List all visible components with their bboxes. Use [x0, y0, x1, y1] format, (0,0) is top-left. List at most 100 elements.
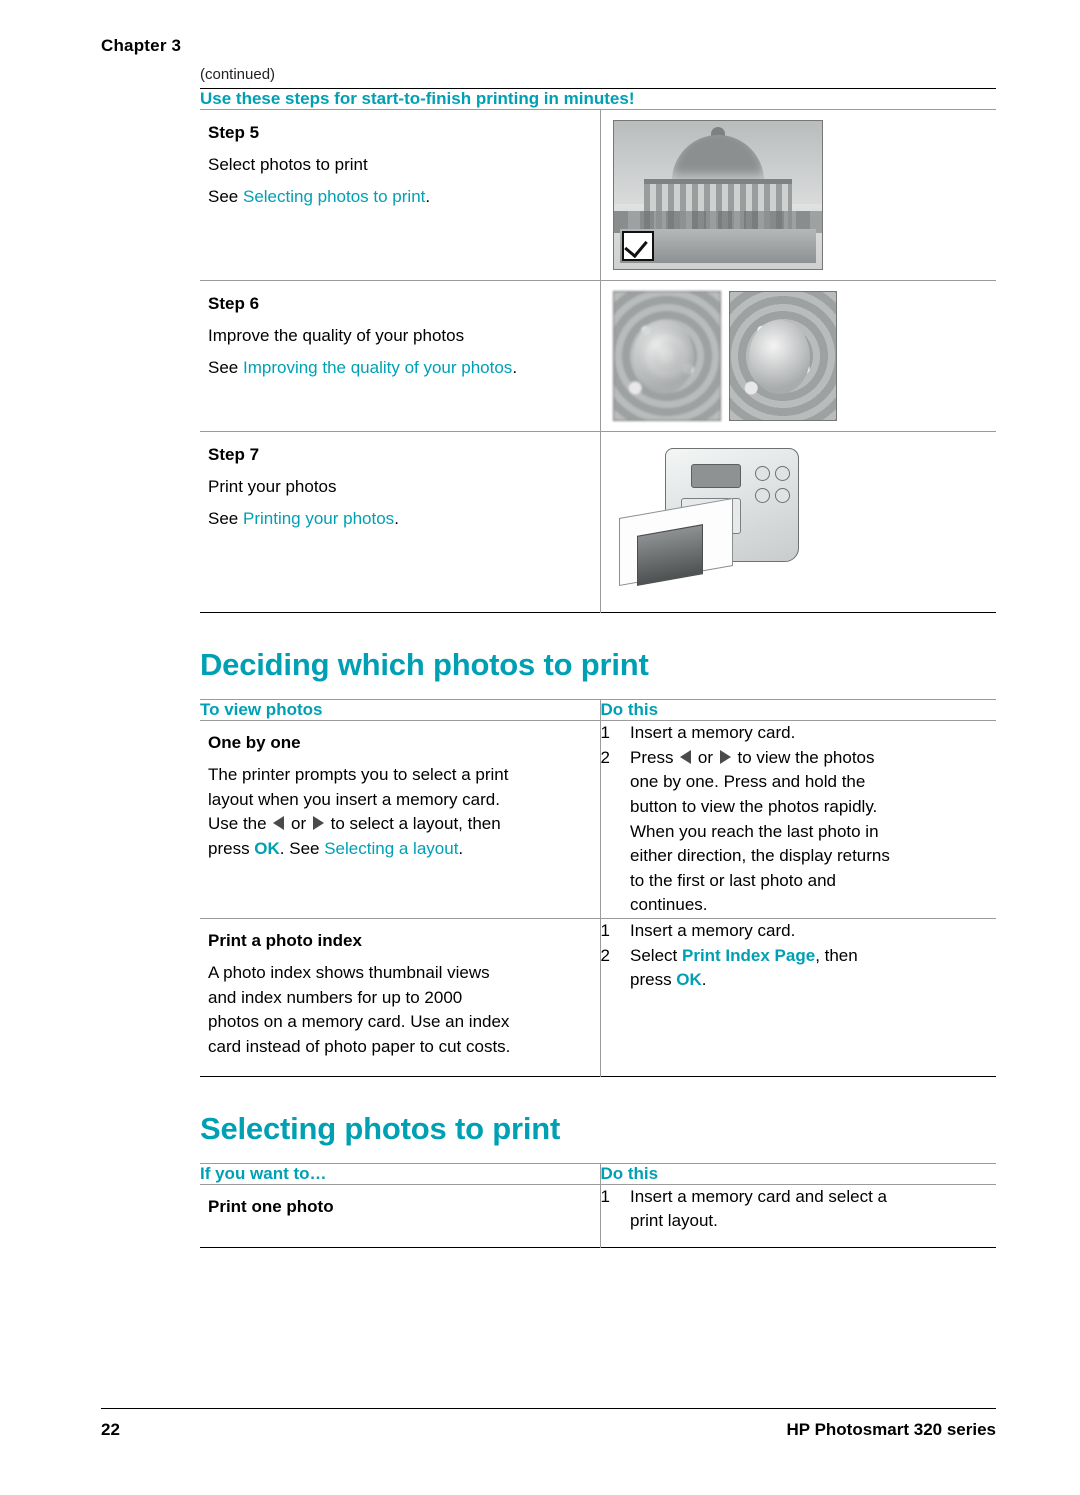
selecting-col2-header: Do this [599, 1162, 997, 1185]
deciding-col2-header: Do this [599, 699, 997, 721]
do-line-7: to the first or last photo and [630, 870, 837, 890]
footer-product-name: HP Photosmart 320 series [786, 1420, 996, 1439]
step-7-number: 7 [249, 445, 260, 464]
step-6-see-link[interactable]: Improving the quality of your photos [243, 358, 512, 377]
do-line-2: Press or to view the photos [630, 747, 875, 767]
select-do-line-2: print layout. [630, 1211, 718, 1231]
monument-photo-wrap [601, 110, 997, 280]
photo-index-num-2: 2 [600, 945, 610, 965]
deciding-row-one-by-one: One by one The printer prompts you to se… [200, 719, 997, 919]
one-by-one-line-4: press OK. See Selecting a layout. [208, 838, 464, 858]
step-5-heading: Step 5 [200, 110, 600, 148]
photo-index-line-3: photos on a memory card. Use an index [208, 1012, 510, 1032]
step-6-image-cell [599, 280, 997, 432]
photo-index-body: A photo index shows thumbnail views and … [200, 959, 600, 1076]
deciding-col1-header: To view photos [200, 699, 600, 721]
flower-photo-blurred [612, 291, 721, 421]
step-5-description: Select photos to print [208, 155, 368, 174]
step-7-image-cell [599, 431, 997, 613]
do-line-4: button to view the photos rapidly. [630, 796, 878, 816]
photo-index-numbers: 1 2 [599, 918, 630, 1077]
step-6-number: 6 [249, 294, 260, 313]
one-by-one-cell: One by one The printer prompts you to se… [200, 719, 600, 919]
steps-title-row: Use these steps for start-to-finish prin… [200, 89, 996, 110]
step-5-number: 5 [249, 123, 260, 142]
flower-photo-sharp [728, 291, 837, 421]
step-5-image-cell [599, 109, 997, 281]
heading-selecting-photos: Selecting photos to print [200, 1110, 561, 1146]
step-7-description: Print your photos [208, 477, 337, 496]
step-row-7: Step 7 Print your photos See Printing yo… [200, 431, 997, 613]
chapter-label: Chapter 3 [101, 36, 182, 55]
deciding-table: To view photos Do this One by one The pr… [200, 699, 997, 1077]
flower-photos-wrap [601, 281, 997, 431]
continued-label: (continued) [200, 66, 276, 83]
one-by-one-line-1: The printer prompts you to select a prin… [208, 765, 509, 784]
one-by-one-line-2: layout when you insert a memory card. [208, 789, 500, 809]
step-5-text-cell: Step 5 Select photos to print See Select… [200, 109, 600, 281]
selecting-header-row: If you want to… Do this [200, 1162, 997, 1185]
one-by-one-num-2: 2 [600, 747, 610, 767]
step-6-text-cell: Step 6 Improve the quality of your photo… [200, 280, 600, 432]
right-arrow-icon [312, 816, 324, 831]
step-6-see: See Improving the quality of your photos… [200, 350, 600, 394]
print-one-photo-cell: Print one photo [200, 1183, 600, 1248]
photo-index-line-1: A photo index shows thumbnail views [208, 963, 490, 983]
do-line-5: When you reach the last photo in [630, 821, 879, 841]
select-do-line-1: Insert a memory card and select a [630, 1186, 888, 1206]
step-7-label: Step [208, 445, 245, 464]
step-6-description: Improve the quality of your photos [208, 326, 465, 345]
step-row-6: Step 6 Improve the quality of your photo… [200, 280, 997, 432]
photo-index-do-lines: Insert a memory card. Select Print Index… [630, 918, 997, 1077]
step-row-5: Step 5 Select photos to print See Select… [200, 109, 997, 281]
step-7-see-suffix: . [394, 508, 399, 528]
selecting-row-print-one-photo: Print one photo 1 Insert a memory card a… [200, 1183, 997, 1248]
photo-index-num-1: 1 [600, 921, 610, 941]
photo-index-line-2: and index numbers for up to 2000 [208, 987, 463, 1007]
do-line-8: continues. [630, 895, 708, 915]
ok-button-term: OK [676, 970, 702, 990]
printer-illustration-wrap [601, 432, 997, 612]
print-index-page-term: Print Index Page [681, 945, 816, 965]
one-by-one-numbers: 1 2 [599, 719, 630, 919]
print-one-photo-do-lines: Insert a memory card and select a print … [630, 1183, 997, 1248]
index-do-line-2: Select Print Index Page, then [630, 945, 858, 965]
one-by-one-body: The printer prompts you to select a prin… [200, 761, 600, 878]
printer-illustration [613, 442, 823, 602]
step-5-see: See Selecting photos to print. [200, 179, 600, 223]
do-line-1: Insert a memory card. [630, 723, 796, 742]
step-5-label: Step [208, 123, 245, 142]
document-page: Chapter 3 (continued) Use these steps fo… [0, 0, 1080, 1495]
ok-button-term: OK [254, 838, 280, 858]
left-arrow-icon [680, 749, 692, 764]
index-do-line-3: press OK. [630, 970, 707, 990]
step-5-see-prefix: See [208, 186, 243, 206]
step-7-see-link[interactable]: Printing your photos [243, 509, 394, 528]
do-line-3: one by one. Press and hold the [630, 772, 866, 792]
selecting-table-bottom [200, 1246, 997, 1248]
page-number: 22 [101, 1420, 120, 1439]
deciding-row-photo-index: Print a photo index A photo index shows … [200, 918, 997, 1077]
selecting-table: If you want to… Do this Print one photo … [200, 1162, 997, 1248]
step-6-label: Step [208, 294, 245, 313]
left-arrow-icon [273, 816, 285, 831]
step-5-see-link[interactable]: Selecting photos to print [243, 187, 425, 206]
checkmark-icon [621, 231, 654, 261]
right-arrow-icon [719, 749, 731, 764]
photo-index-cell: Print a photo index A photo index shows … [200, 918, 600, 1077]
selecting-a-layout-link[interactable]: Selecting a layout [324, 839, 458, 858]
print-one-photo-numbers: 1 [599, 1183, 630, 1248]
photo-index-line-4: card instead of photo paper to cut costs… [208, 1037, 511, 1057]
steps-table: Use these steps for start-to-finish prin… [200, 88, 997, 613]
print-one-photo-subhead: Print one photo [208, 1196, 334, 1216]
monument-photo-image [612, 120, 823, 270]
page-content: Use these steps for start-to-finish prin… [200, 88, 997, 1248]
selecting-col1-header: If you want to… [200, 1162, 600, 1185]
step-6-heading: Step 6 [200, 281, 600, 319]
one-by-one-subhead: One by one [208, 733, 301, 752]
deciding-header-row: To view photos Do this [200, 699, 997, 721]
one-by-one-do-lines: Insert a memory card. Press or to view t… [630, 719, 997, 919]
step-7-see-prefix: See [208, 508, 243, 528]
one-by-one-num-1: 1 [600, 723, 610, 742]
steps-title: Use these steps for start-to-finish prin… [200, 89, 635, 108]
